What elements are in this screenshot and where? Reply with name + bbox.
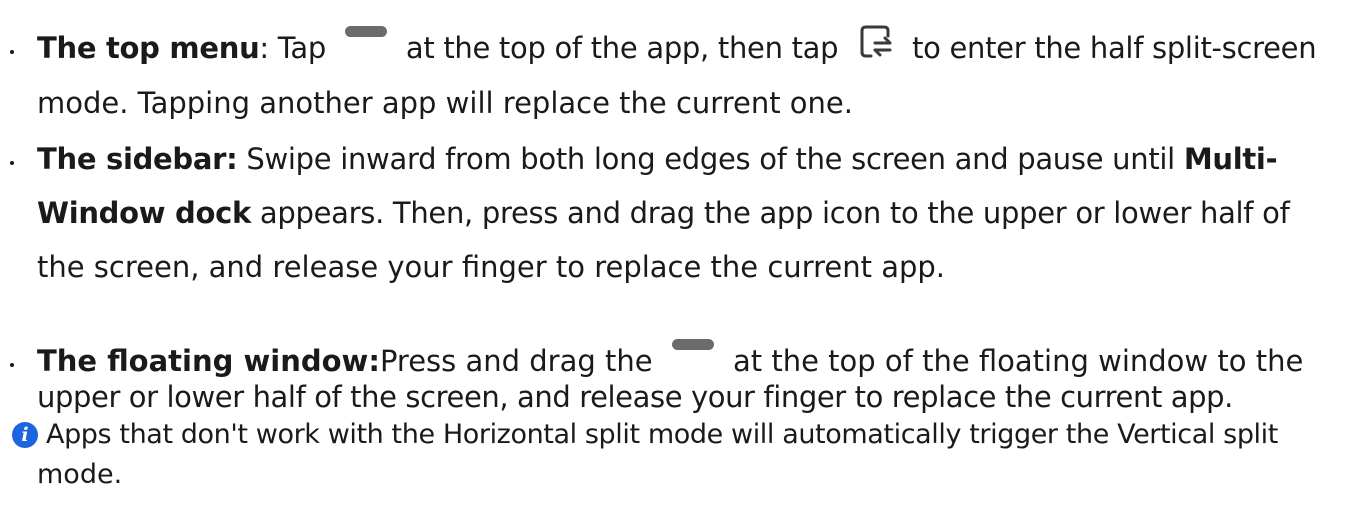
item-text: upper or lower half of the screen, and r…	[37, 380, 1233, 414]
list-item-line: mode. Tapping another app will replace t…	[37, 82, 853, 124]
multi-window-dock-term: Window dock	[37, 196, 252, 230]
note-line: Apps that don't work with the Horizontal…	[46, 419, 1278, 450]
item-text: Swipe inward from both long edges of the…	[237, 142, 1184, 176]
multi-window-dock-term: Multi-	[1183, 142, 1278, 176]
list-item-line: The sidebar: Swipe inward from both long…	[37, 138, 1278, 180]
bullet-dot	[10, 363, 14, 367]
item-text: mode. Tapping another app will replace t…	[37, 86, 853, 120]
note-text: Apps that don't work with the Horizontal…	[46, 414, 1278, 456]
item-text: : Tap	[259, 31, 327, 65]
note-line: mode.	[37, 459, 123, 490]
list-item-line: The top menu: Tap at the top of the app,…	[37, 25, 1317, 69]
item-text: at the top of the floating window to the	[733, 344, 1304, 378]
bullet-dot	[10, 161, 14, 165]
note-text: mode.	[37, 454, 122, 496]
list-item-line: upper or lower half of the screen, and r…	[37, 376, 1233, 418]
item-title: The sidebar:	[37, 142, 238, 176]
list-item-line: the screen, and release your finger to r…	[37, 246, 945, 288]
item-text: Press and drag the	[379, 344, 653, 378]
item-text: to enter the half split-screen	[912, 31, 1317, 65]
list-item-line: Window dock appears. Then, press and dra…	[37, 192, 1290, 234]
item-text: at the top of the app, then tap	[405, 31, 839, 65]
info-icon: i	[12, 422, 38, 448]
handle-icon	[344, 26, 387, 38]
item-title: The top menu	[37, 31, 260, 65]
item-title: The floating window:	[37, 344, 380, 378]
bullet-dot	[10, 50, 14, 54]
item-text: the screen, and release your finger to r…	[37, 250, 946, 284]
item-text: appears. Then, press and drag the app ic…	[251, 196, 1290, 230]
split-screen-icon	[857, 25, 893, 59]
handle-icon	[671, 339, 714, 351]
